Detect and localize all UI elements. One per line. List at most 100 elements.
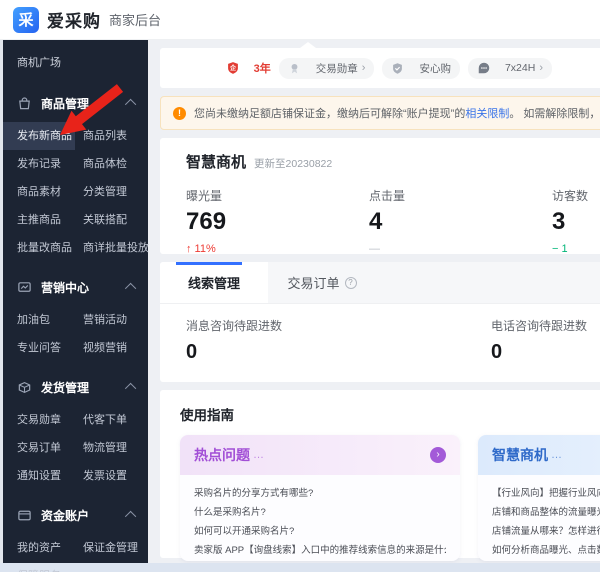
sidebar-item[interactable]: 加油包 — [17, 306, 83, 334]
top-bar: 采 爱采购 商家后台 — [0, 0, 600, 40]
sidebar-item[interactable]: 发票设置 — [83, 462, 148, 490]
sidebar-item[interactable]: 发布新商品 — [3, 122, 75, 150]
guide-question-link[interactable]: 店铺流量从哪来？怎样进行 — [492, 522, 600, 541]
sidebar-item[interactable]: 分类管理 — [83, 178, 149, 206]
guide-card-1: 智慧商机… 【行业风向】把握行业风向 店铺和商品整体的流量曝光 店铺流量从哪来？怎样进… — [478, 435, 600, 561]
sidebar-item[interactable]: 我的资产 — [17, 534, 83, 562]
sidebar-item[interactable]: 商品素材 — [17, 178, 83, 206]
guide-question-link[interactable]: 店铺和商品整体的流量曝光 — [492, 503, 600, 522]
sidebar-item[interactable]: 视频营销 — [83, 334, 148, 362]
sidebar-item[interactable]: 商详批量投放 — [83, 234, 149, 262]
guide-question-link[interactable]: 如何分析商品曝光、点击数 — [492, 541, 600, 560]
smart-business-updated: 更新至20230822 — [254, 158, 333, 170]
guide-card-0: 热点问题… › 采购名片的分享方式有哪些? 什么是采购名片? 如何可以开通采购名片? 卖家… — [180, 435, 460, 561]
badge-label: 7x24H — [504, 62, 536, 74]
deposit-notice-bar: ! 您尚未缴纳足额店铺保证金，缴纳后可解除“账户提现”的相关限制。 如需解除限制… — [160, 96, 600, 130]
shop-age-badge[interactable]: 企 3年 — [226, 60, 271, 76]
megaphone-icon — [17, 280, 32, 295]
sidebar-item[interactable]: 交易订单 — [17, 434, 83, 462]
leads-stats: 消息咨询待跟进数 0 电话咨询待跟进数 0 — [160, 304, 600, 375]
stat-label: 点击量 — [369, 189, 406, 203]
brand-name: 爱采购 — [47, 12, 101, 31]
sidebar-item[interactable]: 保障服务 — [17, 562, 83, 572]
ellipsis-icon: … — [551, 449, 562, 461]
sidebar-group-items: 加油包 营销活动 专业问答 视频营销 — [3, 304, 148, 364]
stat-value: 4 — [369, 208, 383, 235]
guide-card-header: 智慧商机… — [478, 435, 600, 475]
bag-icon — [17, 96, 32, 111]
assurance-badge[interactable]: 安心购 — [382, 57, 460, 79]
sidebar-item[interactable]: 商品列表 — [83, 122, 149, 150]
sidebar-item[interactable]: 保证金管理 — [83, 534, 148, 562]
app-logo-icon: 采 — [13, 6, 39, 33]
usage-guide-card: 使用指南 热点问题… › 采购名片的分享方式有哪些? 什么是采购名片? 如何可以开通采购… — [160, 390, 600, 561]
main-content: 企 3年 交易勋章 › 安心购 7x24H › ! 您尚未缴纳足额店铺保证金，缴纳后可解除“… — [148, 40, 600, 563]
sidebar-item[interactable]: 营销活动 — [83, 306, 148, 334]
sidebar-group-items: 我的资产保证金管理保障服务 — [3, 532, 148, 572]
chevron-right-icon: › — [361, 62, 366, 74]
chevron-right-icon: › — [539, 62, 543, 74]
stat-访客数: 访客数 3 − 1 — [552, 187, 600, 255]
sidebar-group-header-0[interactable]: 商品管理 — [3, 86, 148, 120]
svg-text:企: 企 — [229, 64, 237, 72]
stat-delta: — — [369, 243, 380, 255]
leads-tabs: 线索管理 交易订单 ? — [160, 262, 600, 304]
smartbiz-stats: 曝光量 769 ↑ 11% 点击量 4 — 访客数 3 − 1 — [186, 187, 600, 255]
chat-icon — [477, 61, 492, 76]
guide-question-link[interactable]: 【行业风向】把握行业风向 — [492, 484, 600, 503]
leads-card: 线索管理 交易订单 ? 消息咨询待跟进数 0 电话咨询待跟进数 0 — [160, 262, 600, 382]
sidebar-item[interactable]: 关联搭配 — [83, 206, 149, 234]
medal-icon — [288, 61, 303, 76]
notice-link[interactable]: 相关限制 — [465, 108, 509, 120]
tab-trade-orders[interactable]: 交易订单 ? — [268, 262, 376, 303]
guide-question-link[interactable]: 采购名片的分享方式有哪些? — [194, 484, 446, 503]
guide-card-header: 热点问题… › — [180, 435, 460, 475]
stat-delta: − 1 — [552, 243, 568, 255]
guide-question-list: 【行业风向】把握行业风向 店铺和商品整体的流量曝光 店铺流量从哪来？怎样进行 如何分析… — [478, 475, 600, 561]
badge-label: 交易勋章 — [315, 62, 358, 75]
stat-value: 769 — [186, 208, 227, 235]
shop-badge-card: 企 3年 交易勋章 › 安心购 7x24H › — [160, 42, 600, 88]
sidebar-group-items: 交易勋章 代客下单 交易订单 物流管理 通知设置 发票设置 — [3, 404, 148, 492]
guide-card-title: 智慧商机 — [492, 447, 548, 463]
sidebar-item[interactable]: 主推商品 — [17, 206, 83, 234]
service-badge[interactable]: 7x24H › — [467, 57, 552, 79]
sidebar-item[interactable]: 通知设置 — [17, 462, 83, 490]
smart-business-card: 智慧商机 更新至20230822 曝光量 769 ↑ 11% 点击量 4 — 访客数 3 − 1 — [160, 138, 600, 255]
lead-stat: 电话咨询待跟进数 0 — [491, 317, 600, 362]
stat-delta: ↑ 11% — [186, 243, 216, 255]
sidebar-item[interactable]: 代客下单 — [83, 406, 148, 434]
badge-label: 3年 — [253, 63, 271, 75]
lead-stat-label: 电话咨询待跟进数 — [491, 319, 588, 333]
lead-stat-value: 0 — [186, 341, 198, 363]
sidebar-item-business-plaza[interactable]: 商机广场 — [3, 46, 148, 80]
usage-guide-title: 使用指南 — [180, 408, 234, 423]
stat-点击量: 点击量 4 — — [369, 187, 552, 255]
sidebar-group-label: 商品管理 — [41, 96, 90, 111]
shield-check-icon — [391, 61, 406, 76]
lead-stat-label: 消息咨询待跟进数 — [186, 319, 283, 333]
sidebar-group-header-2[interactable]: 发货管理 — [3, 370, 148, 404]
sidebar-item[interactable]: 发布记录 — [17, 150, 83, 178]
stat-value: 3 — [552, 208, 566, 235]
guide-question-link[interactable]: 什么是采购名片? — [194, 503, 446, 522]
stat-曝光量: 曝光量 769 ↑ 11% — [186, 187, 369, 255]
sidebar-item[interactable]: 专业问答 — [17, 334, 83, 362]
smart-business-title: 智慧商机 — [186, 154, 247, 171]
guide-question-link[interactable]: 如何可以开通采购名片? — [194, 522, 446, 541]
sidebar-item[interactable]: 交易勋章 — [17, 406, 83, 434]
guide-question-link[interactable]: 卖家版 APP【询盘线索】入口中的推荐线索信息的来源是什么? — [194, 541, 446, 560]
stat-label: 访客数 — [552, 189, 589, 203]
badge-label: 安心购 — [419, 62, 451, 75]
sidebar-group-header-3[interactable]: 资金账户 — [3, 498, 148, 532]
sidebar-group-header-1[interactable]: 营销中心 — [3, 270, 148, 304]
arrow-circle-icon[interactable]: › — [430, 447, 446, 463]
sidebar-item[interactable]: 批量改商品 — [17, 234, 83, 262]
alert-icon: ! — [173, 106, 186, 120]
notice-segment: 您尚未缴纳足额店铺保证金，缴纳后可解除“账户提现”的 — [194, 108, 466, 120]
trade-medal-badge[interactable]: 交易勋章 › — [278, 57, 375, 79]
sidebar-item[interactable]: 商品体检 — [83, 150, 149, 178]
tab-leads-management[interactable]: 线索管理 — [160, 262, 268, 303]
sidebar-item[interactable]: 物流管理 — [83, 434, 148, 462]
lead-stat-value: 0 — [491, 341, 503, 363]
